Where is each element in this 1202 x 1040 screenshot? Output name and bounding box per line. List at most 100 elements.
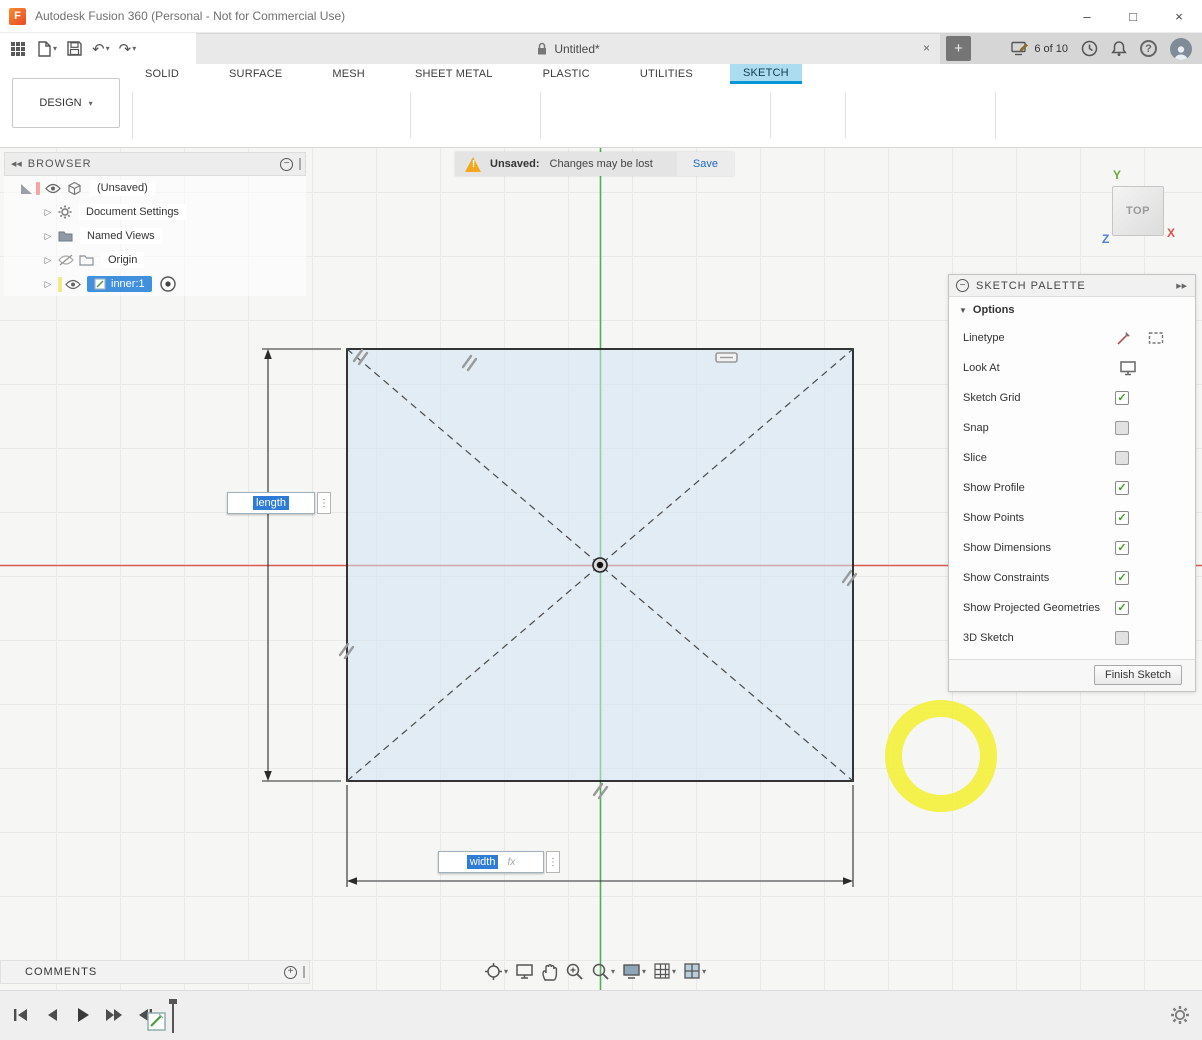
job-status-icon[interactable] <box>1081 40 1098 57</box>
selected-sketch-chip[interactable]: inner:1 <box>87 276 152 292</box>
show-points-checkbox[interactable]: ✓ <box>1115 511 1129 525</box>
tab-utilities[interactable]: UTILITIES <box>627 64 706 84</box>
tab-mesh[interactable]: MESH <box>319 64 378 84</box>
grid-and-snaps-button[interactable]: ▾ <box>651 962 678 980</box>
file-menu-button[interactable]: ▾ <box>33 36 60 62</box>
step-back-button[interactable] <box>41 1004 63 1026</box>
panel-resize-handle[interactable] <box>299 158 301 170</box>
browser-item-label[interactable]: Named Views <box>80 228 162 244</box>
notifications-bell-icon[interactable] <box>1111 40 1127 57</box>
show-dimensions-checkbox[interactable]: ✓ <box>1115 541 1129 555</box>
sketch-palette-header[interactable]: − SKETCH PALETTE ▶▶ <box>949 275 1195 297</box>
activate-radio-button[interactable] <box>160 276 176 292</box>
dimension-options-button[interactable]: ⋮ <box>546 851 560 873</box>
browser-item-label[interactable]: Document Settings <box>79 204 186 220</box>
expand-icon[interactable]: ▷ <box>42 207 54 218</box>
tab-surface[interactable]: SURFACE <box>216 64 295 84</box>
orbit-button[interactable]: ▾ <box>482 962 510 981</box>
expand-panel-icon[interactable]: + <box>284 966 297 979</box>
save-link[interactable]: Save <box>677 152 734 176</box>
minimize-panel-icon[interactable]: − <box>956 279 969 292</box>
display-settings-button[interactable]: ▾ <box>620 963 648 980</box>
save-button[interactable] <box>63 36 86 62</box>
look-at-button[interactable] <box>513 963 536 980</box>
expand-icon[interactable]: ▷ <box>42 231 54 242</box>
collapse-panel-icon[interactable]: ▶▶ <box>1176 282 1187 290</box>
document-tab[interactable]: Untitled* × <box>196 34 940 64</box>
app-grid-icon[interactable] <box>6 36 30 62</box>
expand-icon[interactable]: ▷ <box>42 279 54 290</box>
design-workspace-menu[interactable]: DESIGN▾ <box>12 78 120 128</box>
browser-item-document-settings[interactable]: ▷ Document Settings <box>4 200 306 224</box>
show-projected-geometries-checkbox[interactable]: ✓ <box>1115 601 1129 615</box>
tab-sheet-metal[interactable]: SHEET METAL <box>402 64 506 84</box>
viewcube-axis-x: X <box>1167 226 1175 240</box>
root-document-label[interactable]: (Unsaved) <box>90 180 155 196</box>
minimize-panel-icon[interactable]: − <box>280 158 293 171</box>
undo-button[interactable]: ↶▾ <box>89 36 113 62</box>
comments-panel-header[interactable]: COMMENTS + <box>0 960 310 984</box>
palette-row-linetype: Linetype <box>949 323 1195 353</box>
length-dimension-field[interactable]: length <box>227 492 315 514</box>
center-point[interactable] <box>597 562 603 568</box>
pan-button[interactable] <box>539 962 560 981</box>
tab-solid[interactable]: SOLID <box>132 64 192 84</box>
close-tab-icon[interactable]: × <box>923 42 930 54</box>
step-forward-button[interactable] <box>103 1004 125 1026</box>
document-usage-badge[interactable]: 6 of 10 <box>1011 41 1068 56</box>
redo-button[interactable]: ↷▾ <box>116 36 140 62</box>
go-to-start-button[interactable] <box>10 1004 32 1026</box>
browser-item-label[interactable]: inner:1 <box>111 278 145 290</box>
palette-row-look-at: Look At <box>949 353 1195 383</box>
palette-row-label: Snap <box>963 422 1115 434</box>
look-at-icon[interactable] <box>1119 360 1137 376</box>
sketch-feature-icon[interactable] <box>146 1009 168 1033</box>
minimize-button[interactable]: – <box>1064 0 1110 32</box>
3d-sketch-checkbox[interactable]: ✓ <box>1115 631 1129 645</box>
dimension-badge-glyph[interactable] <box>716 353 737 362</box>
browser-root-row[interactable]: (Unsaved) <box>4 176 306 200</box>
viewcube[interactable]: TOP <box>1112 186 1164 236</box>
expand-icon[interactable]: ▷ <box>42 255 54 266</box>
timeline-settings-gear-icon[interactable] <box>1170 1005 1190 1025</box>
linetype-normal-icon[interactable] <box>1115 329 1133 347</box>
play-button[interactable] <box>72 1004 94 1026</box>
browser-item-named-views[interactable]: ▷ Named Views <box>4 224 306 248</box>
viewports-button[interactable]: ▾ <box>681 962 708 980</box>
maximize-button[interactable]: □ <box>1110 0 1156 32</box>
dimension-options-button[interactable]: ⋮ <box>317 492 331 514</box>
browser-header[interactable]: ◀◀ BROWSER − <box>4 152 306 176</box>
viewcube-face-label[interactable]: TOP <box>1126 205 1150 217</box>
tab-plastic[interactable]: PLASTIC <box>530 64 603 84</box>
visibility-off-icon[interactable] <box>58 254 74 266</box>
tab-sketch[interactable]: SKETCH <box>730 64 802 84</box>
avatar[interactable] <box>1170 38 1192 60</box>
collapse-panel-icon[interactable]: ◀◀ <box>11 160 22 168</box>
panel-resize-handle[interactable] <box>303 966 305 978</box>
new-tab-button[interactable]: + <box>946 36 971 61</box>
sketch-grid-checkbox[interactable]: ✓ <box>1115 391 1129 405</box>
fit-button[interactable]: ▾ <box>589 962 617 981</box>
browser-item-origin[interactable]: ▷ Origin <box>4 248 306 272</box>
slice-checkbox[interactable]: ✓ <box>1115 451 1129 465</box>
show-constraints-checkbox[interactable]: ✓ <box>1115 571 1129 585</box>
finish-sketch-button[interactable]: Finish Sketch <box>1094 665 1182 685</box>
close-button[interactable]: × <box>1156 0 1202 32</box>
timeline-playhead[interactable] <box>172 999 174 1033</box>
toolbar-divider <box>540 92 541 138</box>
palette-row-label: Show Points <box>963 512 1115 524</box>
visibility-icon[interactable] <box>65 279 81 290</box>
width-dimension-field[interactable]: width fx <box>438 851 544 873</box>
snap-checkbox[interactable]: ✓ <box>1115 421 1129 435</box>
visibility-icon[interactable] <box>45 183 61 194</box>
options-section-header[interactable]: ▼ Options <box>949 297 1195 323</box>
linetype-construction-icon[interactable] <box>1147 329 1165 347</box>
modeling-canvas[interactable]: ! Unsaved: Changes may be lost Save TOP … <box>0 148 1202 990</box>
help-button[interactable]: ? <box>1140 40 1157 57</box>
width-dimension-value[interactable]: width <box>467 855 499 869</box>
browser-item-sketch-inner1[interactable]: ▷ inner:1 <box>4 272 306 296</box>
show-profile-checkbox[interactable]: ✓ <box>1115 481 1129 495</box>
browser-item-label[interactable]: Origin <box>101 252 144 268</box>
zoom-button[interactable] <box>563 962 586 981</box>
length-dimension-value[interactable]: length <box>253 496 289 510</box>
